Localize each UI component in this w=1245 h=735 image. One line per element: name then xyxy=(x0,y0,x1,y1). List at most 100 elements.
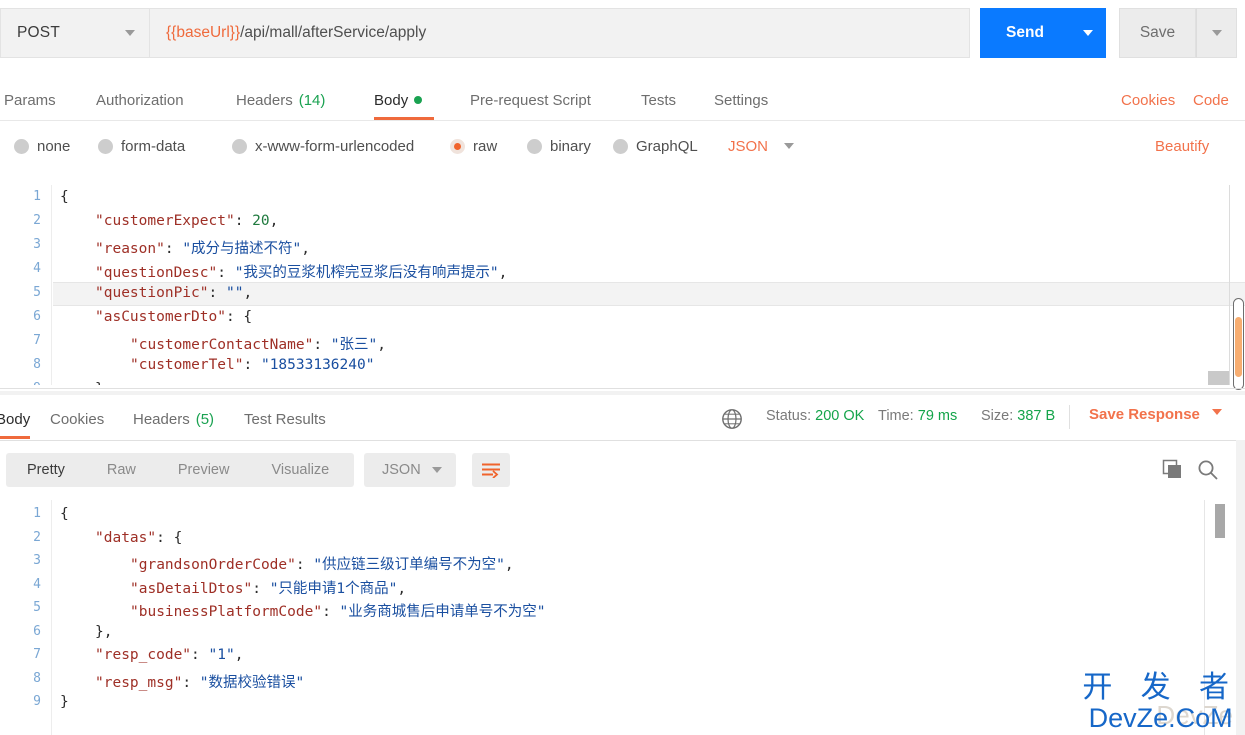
code-token: , xyxy=(504,557,514,573)
body-type-label: raw xyxy=(473,137,498,155)
code-token: "张三" xyxy=(330,337,378,353)
tab-body[interactable]: Body xyxy=(374,80,434,120)
code-token: "reason" xyxy=(95,241,165,257)
url-input[interactable]: {{baseUrl}}/api/mall/afterService/apply xyxy=(150,8,970,58)
response-tab-headers[interactable]: Headers (5) xyxy=(133,399,214,439)
code-token: : xyxy=(191,647,209,663)
response-format-dropdown[interactable]: JSON xyxy=(364,453,456,487)
code-token: "customerTel" xyxy=(130,357,244,373)
response-scrollbar-thumb[interactable] xyxy=(1215,504,1225,538)
save-response-button[interactable]: Save Response xyxy=(1089,406,1200,423)
view-mode-pretty[interactable]: Pretty xyxy=(6,462,86,478)
code-token: : xyxy=(217,265,235,281)
body-type-label: form-data xyxy=(121,137,186,155)
save-options-button[interactable] xyxy=(1196,8,1237,58)
line-number: 9 xyxy=(1,381,41,385)
word-wrap-button[interactable] xyxy=(472,453,510,487)
http-method-label: POST xyxy=(17,24,61,41)
tab-authorization[interactable]: Authorization xyxy=(96,80,184,120)
cookies-link[interactable]: Cookies xyxy=(1121,80,1175,120)
globe-icon xyxy=(721,408,743,430)
code-line: "resp_code": "1", xyxy=(60,647,243,663)
code-token: "grandsonOrderCode" xyxy=(130,557,296,573)
raw-format-dropdown[interactable]: JSON xyxy=(728,128,795,164)
code-token: "1" xyxy=(208,647,235,663)
time-value: 79 ms xyxy=(917,408,958,424)
code-link[interactable]: Code xyxy=(1193,80,1229,120)
line-number: 7 xyxy=(33,647,41,662)
code-token: "questionPic" xyxy=(95,285,209,301)
body-modified-dot-icon xyxy=(414,96,423,104)
body-type-none[interactable]: none xyxy=(14,128,70,164)
divider-shadow xyxy=(0,391,1245,395)
tab-pre-request-script[interactable]: Pre-request Script xyxy=(470,80,591,120)
save-response-chevron-icon[interactable] xyxy=(1212,409,1222,433)
code-token: "供应链三级订单编号不为空" xyxy=(313,557,505,573)
view-mode-visualize[interactable]: Visualize xyxy=(250,462,350,478)
view-mode-preview[interactable]: Preview xyxy=(157,462,251,478)
code-token: "resp_code" xyxy=(95,647,192,663)
code-token: , xyxy=(234,647,244,663)
url-variable: {{baseUrl}} xyxy=(166,24,241,41)
body-type-binary[interactable]: binary xyxy=(527,128,591,164)
line-number: 5 xyxy=(33,600,41,615)
code-token: : xyxy=(234,213,253,229)
body-type-form-data[interactable]: form-data xyxy=(98,128,185,164)
page-scrollbar-track[interactable] xyxy=(1233,298,1244,390)
code-token: }, xyxy=(95,623,113,640)
postman-window: POST {{baseUrl}}/api/mall/afterService/a… xyxy=(0,0,1245,735)
line-number: 7 xyxy=(33,333,41,348)
tab-label: Headers xyxy=(236,91,293,109)
body-type-x-www-form-urlencoded[interactable]: x-www-form-urlencoded xyxy=(232,128,414,164)
headers-count: (14) xyxy=(298,91,326,109)
word-wrap-icon xyxy=(482,463,500,478)
send-options-button[interactable] xyxy=(1070,8,1106,58)
tab-headers[interactable]: Headers (14) xyxy=(236,80,325,120)
tab-tests[interactable]: Tests xyxy=(641,80,676,120)
beautify-button[interactable]: Beautify xyxy=(1155,128,1209,164)
page-scrollbar-thumb[interactable] xyxy=(1235,317,1242,377)
line-number: 9 xyxy=(33,694,41,709)
chevron-down-icon xyxy=(1083,30,1093,36)
tab-settings[interactable]: Settings xyxy=(714,80,768,120)
response-tab-body[interactable]: Body xyxy=(0,399,31,439)
code-token: "数据校验错误" xyxy=(199,674,305,691)
code-token: { xyxy=(60,189,69,205)
code-token: "customerExpect" xyxy=(95,213,235,229)
body-type-graphql[interactable]: GraphQL xyxy=(613,128,698,164)
code-token: "业务商城售后申请单号不为空" xyxy=(339,604,546,620)
response-body-editor[interactable]: 123456789 {"datas": {"grandsonOrderCode"… xyxy=(0,500,1245,735)
response-tab-cookies[interactable]: Cookies xyxy=(50,399,104,439)
line-number: 2 xyxy=(33,529,41,545)
code-token: { xyxy=(243,309,253,325)
http-method-dropdown[interactable]: POST xyxy=(0,8,150,58)
body-type-label: none xyxy=(37,137,71,155)
line-number: 5 xyxy=(33,285,41,300)
view-mode-raw[interactable]: Raw xyxy=(86,462,157,478)
code-line: "questionDesc": "我买的豆浆机榨完豆浆后没有响声提示", xyxy=(60,261,507,282)
code-token: "只能申请1个商品" xyxy=(269,580,398,597)
beautify-label: Beautify xyxy=(1155,137,1210,155)
copy-button[interactable] xyxy=(1162,459,1184,486)
request-gutter: 1 2 3 4 5 6 7 8 9 xyxy=(0,185,52,385)
save-button[interactable]: Save xyxy=(1119,8,1196,58)
code-token: "datas" xyxy=(95,529,157,546)
line-number: 2 xyxy=(33,213,41,228)
code-line: { xyxy=(60,506,69,522)
code-line: "customerContactName": "张三", xyxy=(60,333,386,354)
line-number: 1 xyxy=(33,189,41,204)
tabs-divider xyxy=(0,120,1245,121)
radio-icon xyxy=(527,138,542,154)
send-button[interactable]: Send xyxy=(980,8,1070,58)
size-readout: Size: 387 B xyxy=(981,408,1055,424)
radio-icon xyxy=(232,138,247,154)
request-body-editor[interactable]: 123456789 {"customerExpect": 20,"reason"… xyxy=(0,185,1245,385)
tab-label: Pre-request Script xyxy=(470,91,591,109)
request-response-divider[interactable] xyxy=(0,388,1245,389)
meta-divider xyxy=(1069,405,1070,429)
search-button[interactable] xyxy=(1197,459,1219,486)
response-tab-test-results[interactable]: Test Results xyxy=(244,399,326,439)
code-line: "grandsonOrderCode": "供应链三级订单编号不为空", xyxy=(60,553,514,574)
tab-params[interactable]: Params xyxy=(4,80,56,120)
body-type-raw[interactable]: raw xyxy=(450,128,497,164)
